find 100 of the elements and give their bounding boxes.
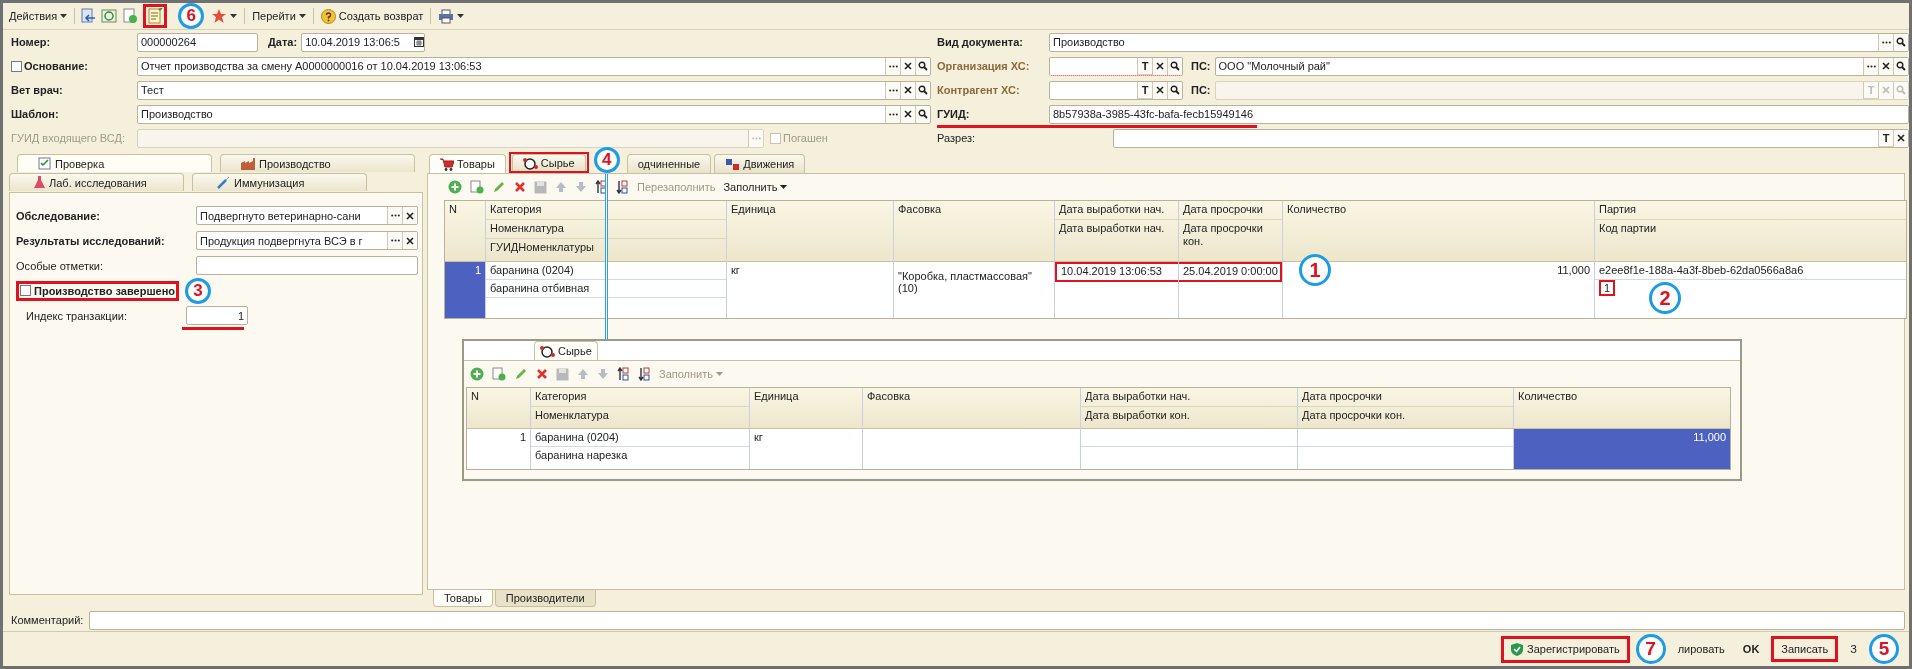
- close-button[interactable]: З: [1844, 640, 1863, 658]
- column-header[interactable]: Дата выработки нач.: [1055, 201, 1178, 220]
- register-button[interactable]: Зарегистрировать: [1505, 639, 1626, 659]
- checkbox[interactable]: [20, 285, 31, 296]
- add-icon[interactable]: [470, 367, 484, 381]
- input-field[interactable]: Подвергнуто ветеринарно-сани: [196, 206, 418, 225]
- clear-button[interactable]: [402, 232, 417, 249]
- tab[interactable]: Сырье: [511, 154, 586, 171]
- tab[interactable]: Производство: [220, 154, 415, 172]
- save-icon[interactable]: [534, 180, 547, 194]
- up-arrow-icon[interactable]: [555, 181, 567, 193]
- pencil-icon[interactable]: [492, 180, 506, 194]
- column-header[interactable]: Номенклатура: [531, 407, 749, 428]
- type-button[interactable]: T: [1137, 57, 1152, 75]
- search-button[interactable]: [1167, 57, 1182, 75]
- input-field[interactable]: 8b57938a-3985-43fc-bafa-fecb15949146: [1049, 104, 1909, 124]
- input-field[interactable]: T: [1049, 80, 1183, 100]
- tab[interactable]: одчиненные: [626, 154, 712, 173]
- clear-button[interactable]: [1152, 57, 1167, 75]
- tab[interactable]: Товары: [429, 154, 506, 173]
- tab[interactable]: Сырье: [534, 341, 598, 360]
- column-header[interactable]: Дата просрочки: [1298, 388, 1513, 407]
- input-field[interactable]: T: [1049, 56, 1183, 76]
- tab[interactable]: Движения: [714, 154, 806, 173]
- column-header[interactable]: Фасовка: [894, 201, 1054, 261]
- column-header[interactable]: Партия: [1595, 201, 1906, 220]
- search-button[interactable]: [915, 57, 930, 75]
- input-field[interactable]: Тест: [137, 80, 931, 100]
- clear-button[interactable]: [402, 207, 417, 224]
- column-header[interactable]: Дата просрочки кон.: [1179, 220, 1282, 261]
- tab[interactable]: Товары: [433, 590, 493, 607]
- input-field[interactable]: Отчет производства за смену A0000000016 от 10.04.2019 13:06:53: [137, 56, 931, 76]
- down-arrow-icon[interactable]: [575, 181, 587, 193]
- fill-menu[interactable]: Заполнить: [723, 181, 788, 193]
- input-field[interactable]: Производство: [1049, 32, 1909, 52]
- create-return-button[interactable]: Создать возврат: [318, 6, 426, 26]
- calendar-icon[interactable]: [414, 37, 425, 47]
- input-field[interactable]: [196, 256, 418, 275]
- column-header[interactable]: Дата выработки кон.: [1081, 407, 1297, 428]
- type-button[interactable]: T: [1137, 81, 1152, 99]
- sort-ascending-icon[interactable]: [617, 367, 630, 381]
- annul-button[interactable]: лировать: [1671, 640, 1731, 658]
- clear-button[interactable]: [1893, 129, 1908, 147]
- sort-descending-icon[interactable]: [638, 367, 651, 381]
- save-icon[interactable]: [556, 367, 569, 381]
- column-header[interactable]: Дата выработки нач.: [1081, 388, 1297, 407]
- selected-cell[interactable]: 11,000: [1514, 429, 1730, 469]
- column-header[interactable]: Количество: [1514, 388, 1730, 428]
- column-header[interactable]: Дата просрочки кон.: [1298, 407, 1513, 428]
- search-button[interactable]: [915, 81, 930, 99]
- clear-button[interactable]: [1152, 81, 1167, 99]
- comment-field[interactable]: [89, 610, 1905, 630]
- input-field[interactable]: Производство: [137, 104, 931, 124]
- input-field[interactable]: T: [1113, 128, 1909, 148]
- date-field[interactable]: 10.04.2019 13:06:5: [301, 32, 426, 52]
- actions-menu[interactable]: Действия: [7, 8, 70, 24]
- column-header[interactable]: Единица: [727, 201, 893, 261]
- input-field[interactable]: Продукция подвергнута ВСЭ в г: [196, 231, 418, 250]
- column-header[interactable]: ГУИДНоменклатуры: [486, 239, 726, 261]
- sort-ascending-icon[interactable]: [595, 180, 608, 194]
- selected-cell[interactable]: 1: [445, 262, 485, 318]
- search-button[interactable]: [1893, 33, 1908, 51]
- input-field[interactable]: 000000264: [137, 32, 258, 52]
- delete-icon[interactable]: [514, 181, 526, 193]
- column-header[interactable]: Единица: [750, 388, 862, 428]
- column-header[interactable]: N: [445, 201, 485, 261]
- up-arrow-icon[interactable]: [577, 368, 589, 380]
- delete-icon[interactable]: [536, 368, 548, 380]
- tab[interactable]: Проверка: [17, 154, 212, 172]
- clear-button[interactable]: [900, 105, 915, 123]
- search-button[interactable]: [915, 105, 930, 123]
- pencil-icon[interactable]: [514, 367, 528, 381]
- column-header[interactable]: Категория: [531, 388, 749, 407]
- tab[interactable]: Производители: [494, 590, 596, 607]
- tab[interactable]: Иммунизация: [192, 173, 367, 191]
- ok-button[interactable]: OK: [1736, 640, 1766, 658]
- column-header[interactable]: N: [467, 388, 530, 428]
- column-header[interactable]: Дата выработки нач.: [1055, 220, 1178, 261]
- input-field[interactable]: ООО "Молочный рай": [1214, 56, 1909, 76]
- new-document-icon[interactable]: [122, 8, 139, 24]
- down-arrow-icon[interactable]: [597, 368, 609, 380]
- post-document-icon[interactable]: [80, 8, 97, 24]
- print-menu[interactable]: [436, 6, 467, 26]
- tab[interactable]: Лаб. исследования: [9, 173, 184, 191]
- clear-button[interactable]: [900, 81, 915, 99]
- copy-icon[interactable]: [470, 180, 484, 194]
- column-header[interactable]: Фасовка: [863, 388, 1080, 428]
- save-button[interactable]: Записать: [1775, 640, 1835, 658]
- clear-button[interactable]: [900, 57, 915, 75]
- column-header[interactable]: Количество: [1283, 201, 1594, 261]
- column-header[interactable]: Код партии: [1595, 220, 1906, 261]
- column-header[interactable]: Дата просрочки: [1179, 201, 1282, 220]
- type-button[interactable]: T: [1878, 129, 1893, 147]
- clear-button[interactable]: [1878, 57, 1893, 75]
- search-button[interactable]: [1893, 57, 1908, 75]
- checkbox[interactable]: [11, 60, 22, 72]
- column-header[interactable]: Номенклатура: [486, 220, 726, 239]
- goto-menu[interactable]: Перейти: [250, 8, 308, 24]
- column-header[interactable]: Категория: [486, 201, 726, 220]
- search-button[interactable]: [1167, 81, 1182, 99]
